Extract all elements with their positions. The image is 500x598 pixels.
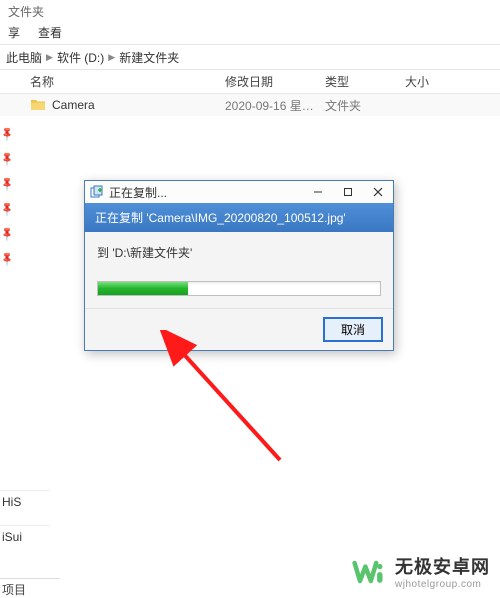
pin-icon: 📌 — [0, 203, 14, 218]
annotation-arrow — [150, 330, 300, 480]
pin-icon: 📌 — [0, 128, 14, 143]
spacer — [0, 513, 50, 525]
menu-view[interactable]: 查看 — [38, 24, 62, 42]
file-list: Camera 2020-09-16 星期… 文件夹 — [0, 94, 500, 116]
chevron-right-icon: ▶ — [108, 52, 115, 63]
col-size[interactable]: 大小 — [405, 73, 465, 90]
breadcrumb-part-thispc[interactable]: 此电脑 — [6, 49, 42, 66]
progress-fill — [98, 282, 188, 295]
status-bar: 项目 — [0, 578, 60, 598]
pin-icon: 📌 — [0, 253, 14, 268]
col-type[interactable]: 类型 — [325, 73, 405, 90]
column-headers: 名称 修改日期 类型 大小 — [0, 70, 500, 94]
sidebar-item[interactable]: HiS — [0, 490, 50, 513]
window-title: 文件夹 — [0, 0, 500, 22]
breadcrumb-part-folder[interactable]: 新建文件夹 — [119, 49, 179, 66]
breadcrumb-part-drive[interactable]: 软件 (D:) — [57, 49, 104, 66]
menu-share[interactable]: 享 — [8, 24, 20, 42]
copy-dialog: 正在复制... 正在复制 'Camera\IMG_20200820_100512… — [84, 180, 394, 351]
watermark-name: 无极安卓网 — [395, 553, 490, 579]
dialog-footer: 取消 — [85, 308, 393, 350]
file-date: 2020-09-16 星期… — [225, 97, 325, 114]
watermark: 无极安卓网 wjhotelgroup.com — [351, 553, 490, 590]
dialog-title: 正在复制... — [109, 184, 303, 201]
copy-icon — [89, 184, 105, 200]
pin-icon: 📌 — [0, 153, 14, 168]
address-bar[interactable]: 此电脑 ▶ 软件 (D:) ▶ 新建文件夹 — [0, 44, 500, 70]
dialog-body: 到 'D:\新建文件夹' — [85, 232, 393, 308]
col-date[interactable]: 修改日期 — [225, 73, 325, 90]
table-row[interactable]: Camera 2020-09-16 星期… 文件夹 — [0, 94, 500, 116]
quick-access-pins: 📌 📌 📌 📌 📌 📌 — [0, 130, 12, 266]
dialog-destination: 到 'D:\新建文件夹' — [97, 244, 381, 261]
col-name[interactable]: 名称 — [30, 73, 225, 90]
sidebar-item[interactable]: iSui — [0, 525, 50, 548]
pin-icon: 📌 — [0, 228, 14, 243]
watermark-url: wjhotelgroup.com — [395, 579, 490, 590]
minimize-button[interactable] — [303, 181, 333, 203]
close-button[interactable] — [363, 181, 393, 203]
chevron-right-icon: ▶ — [46, 52, 53, 63]
maximize-button[interactable] — [333, 181, 363, 203]
sidebar-bottom: HiS iSui — [0, 490, 50, 560]
dialog-titlebar: 正在复制... — [85, 181, 393, 203]
explorer-window: 文件夹 享 查看 此电脑 ▶ 软件 (D:) ▶ 新建文件夹 名称 修改日期 类… — [0, 0, 500, 598]
progress-bar — [97, 281, 381, 296]
dialog-banner: 正在复制 'Camera\IMG_20200820_100512.jpg' — [85, 203, 393, 232]
folder-icon — [30, 97, 46, 113]
wuji-logo-icon — [351, 554, 387, 590]
menu-bar: 享 查看 — [0, 22, 500, 44]
file-type: 文件夹 — [325, 97, 405, 114]
cancel-button[interactable]: 取消 — [323, 317, 383, 342]
file-name: Camera — [52, 98, 225, 112]
spacer — [0, 548, 50, 560]
pin-icon: 📌 — [0, 178, 14, 193]
breadcrumb: 此电脑 ▶ 软件 (D:) ▶ 新建文件夹 — [6, 49, 179, 66]
